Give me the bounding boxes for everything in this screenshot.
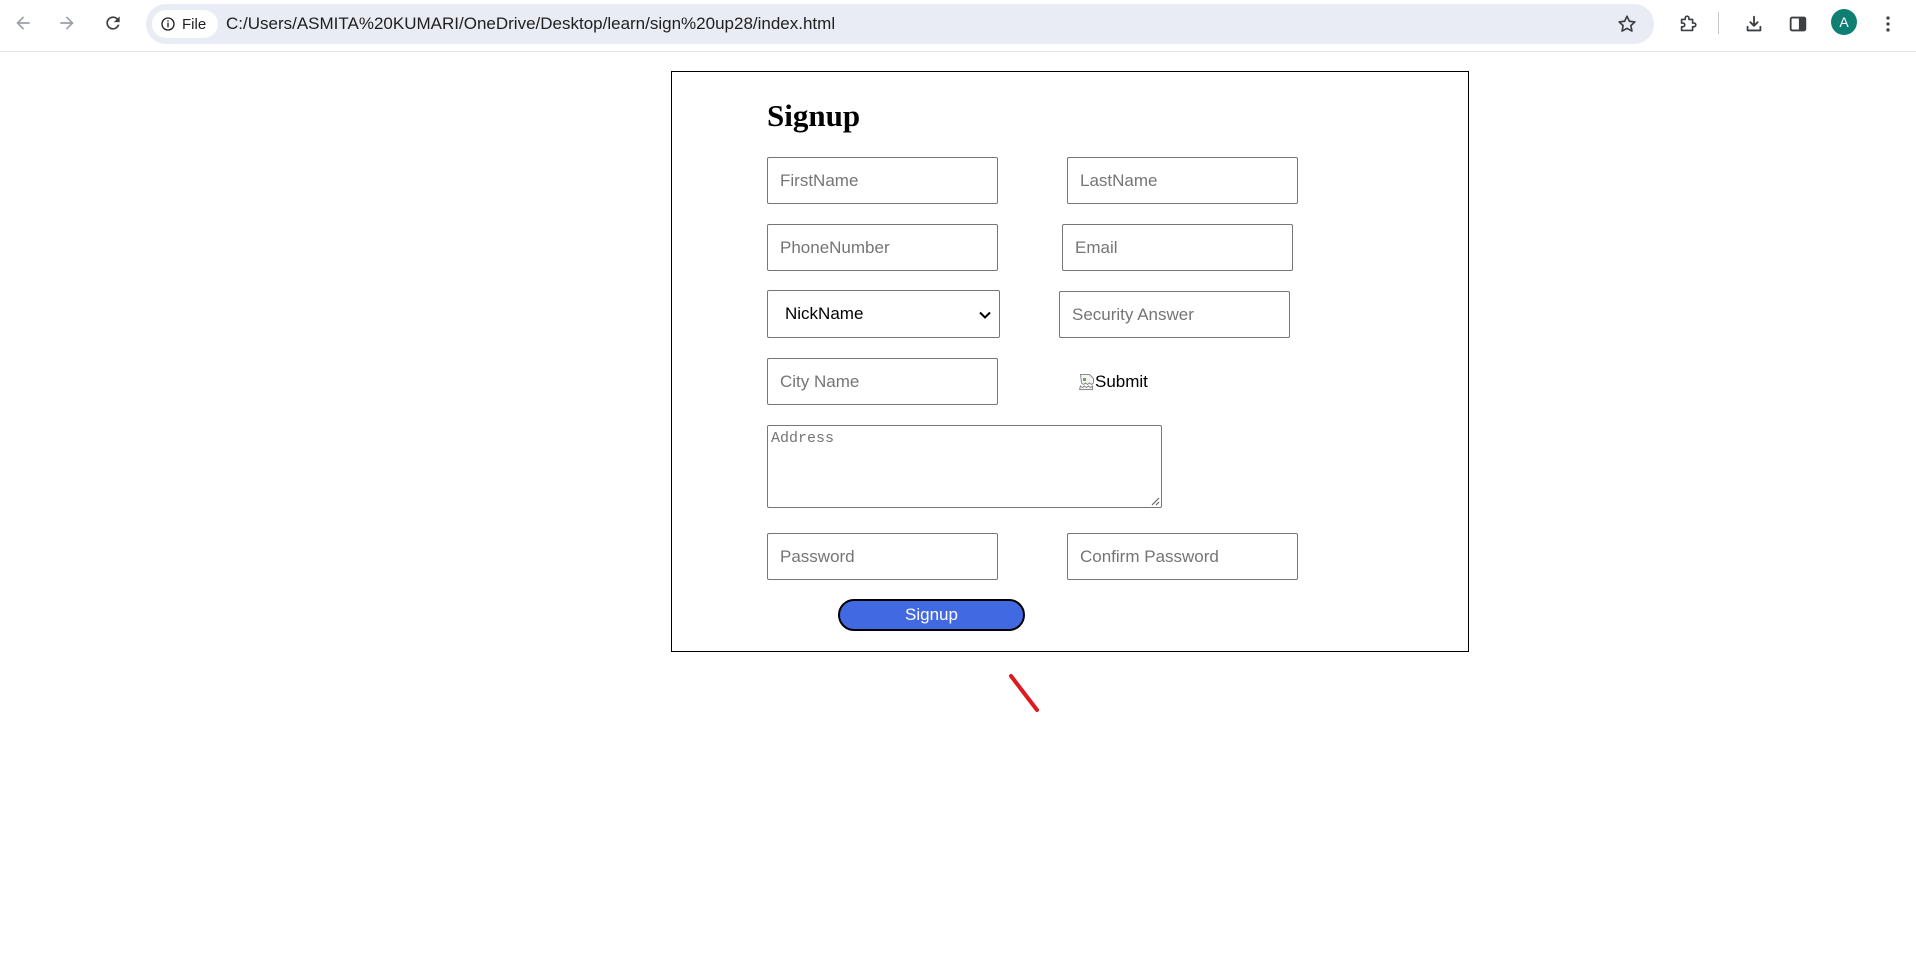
site-chip-label: File: [182, 15, 207, 33]
toolbar-separator: [1718, 12, 1719, 34]
back-arrow-icon: [16, 16, 30, 30]
profile-avatar[interactable]: A: [1831, 9, 1857, 35]
security-question-select[interactable]: NickName: [767, 290, 1000, 338]
city-name-input[interactable]: [767, 358, 998, 405]
image-submit-alt-text: Submit: [1095, 372, 1148, 391]
browser-toolbar: File C:/Users/ASMITA%20KUMARI/OneDrive/D…: [0, 0, 1916, 52]
forward-arrow-icon: [60, 16, 74, 30]
red-stroke-mark: [1009, 674, 1039, 712]
security-question-value: NickName: [785, 304, 864, 323]
site-info-chip[interactable]: File: [152, 10, 218, 38]
downloads-button[interactable]: [1740, 10, 1768, 38]
last-name-input[interactable]: [1067, 157, 1298, 204]
chevron-down-icon: [979, 311, 991, 319]
phone-number-input[interactable]: [767, 224, 998, 271]
star-icon: [1618, 15, 1636, 32]
forward-button[interactable]: [52, 8, 82, 38]
side-panel-icon: [1789, 16, 1807, 32]
reload-button[interactable]: [98, 8, 128, 38]
menu-button[interactable]: [1874, 10, 1902, 38]
download-icon: [1746, 15, 1762, 32]
more-vert-icon: [1886, 16, 1890, 32]
security-answer-input[interactable]: [1059, 291, 1290, 338]
confirm-password-input[interactable]: [1067, 533, 1298, 580]
address-textarea[interactable]: [767, 425, 1162, 508]
form-title: Signup: [767, 98, 861, 133]
address-bar[interactable]: File C:/Users/ASMITA%20KUMARI/OneDrive/D…: [146, 4, 1654, 44]
image-submit-button[interactable]: Submit: [1079, 370, 1148, 394]
info-icon: [161, 17, 175, 31]
signup-form: Signup NickName Submit Signup: [671, 71, 1469, 652]
broken-image-icon: [1079, 374, 1094, 390]
bookmark-button[interactable]: [1614, 11, 1640, 37]
first-name-input[interactable]: [767, 157, 998, 204]
extensions-button[interactable]: [1674, 10, 1702, 38]
signup-button[interactable]: Signup: [838, 599, 1025, 631]
side-panel-button[interactable]: [1784, 10, 1812, 38]
extensions-icon: [1680, 15, 1697, 32]
email-input[interactable]: [1062, 224, 1293, 271]
resize-grip-icon[interactable]: [1150, 496, 1160, 506]
reload-icon: [106, 16, 120, 30]
password-input[interactable]: [767, 533, 998, 580]
back-button[interactable]: [8, 8, 38, 38]
url-text[interactable]: C:/Users/ASMITA%20KUMARI/OneDrive/Deskto…: [226, 4, 835, 44]
